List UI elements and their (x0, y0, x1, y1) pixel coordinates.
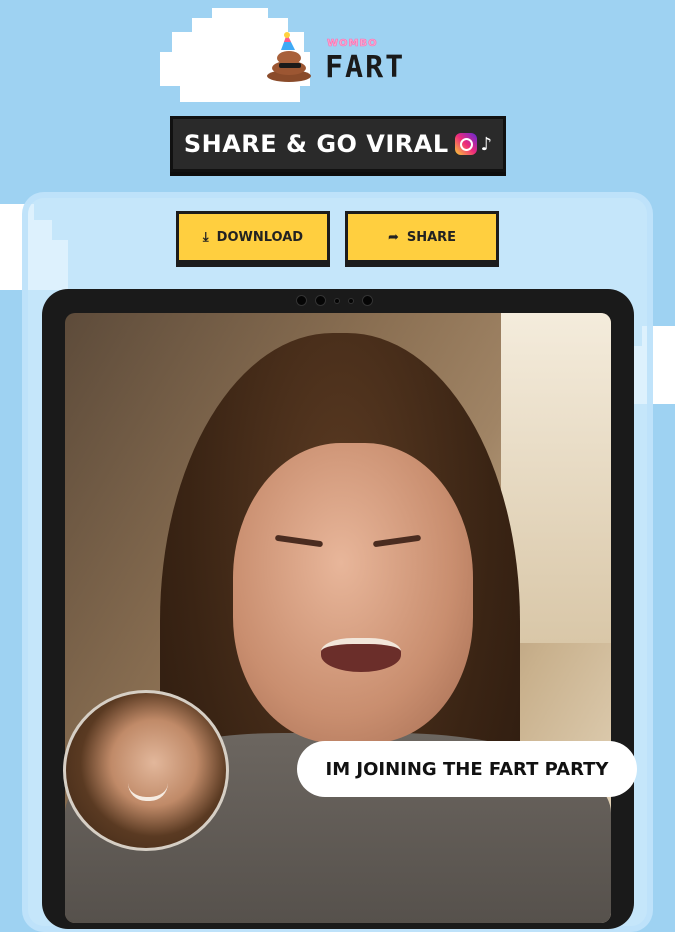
subject-face (233, 443, 473, 743)
mouth (321, 638, 401, 672)
sensor-dot-icon (334, 297, 340, 304)
poop-party-hat-icon (267, 32, 311, 82)
video-caption: IM JOINING THE FART PARTY (297, 741, 637, 797)
share-button[interactable]: ➦ SHARE (345, 211, 499, 263)
camera-dot-icon (315, 295, 326, 306)
camera-dot-icon (296, 295, 307, 306)
instagram-icon (454, 133, 477, 155)
download-button[interactable]: ⤓ DOWNLOAD (176, 211, 330, 263)
share-arrow-icon: ➦ (387, 229, 399, 245)
selfie-avatar (63, 690, 229, 851)
tiktok-icon: ♪ (480, 133, 493, 155)
brand-fart-text: FART (325, 50, 406, 85)
banner-title: SHARE & GO VIRAL (183, 130, 449, 158)
camera-dot-icon (362, 295, 373, 306)
eye-right (372, 534, 422, 548)
download-label: DOWNLOAD (216, 229, 304, 245)
share-go-viral-banner: SHARE & GO VIRAL ♪ (170, 116, 506, 172)
camera-bar (296, 295, 373, 306)
wombo-fart-logo: WOMBO FART (265, 30, 425, 90)
share-label: SHARE (406, 229, 457, 245)
avatar-smile (128, 783, 168, 801)
download-icon: ⤓ (202, 229, 209, 245)
eye-left (274, 534, 324, 548)
sensor-dot-icon (348, 297, 354, 304)
brand-wombo-text: WOMBO (327, 38, 378, 50)
